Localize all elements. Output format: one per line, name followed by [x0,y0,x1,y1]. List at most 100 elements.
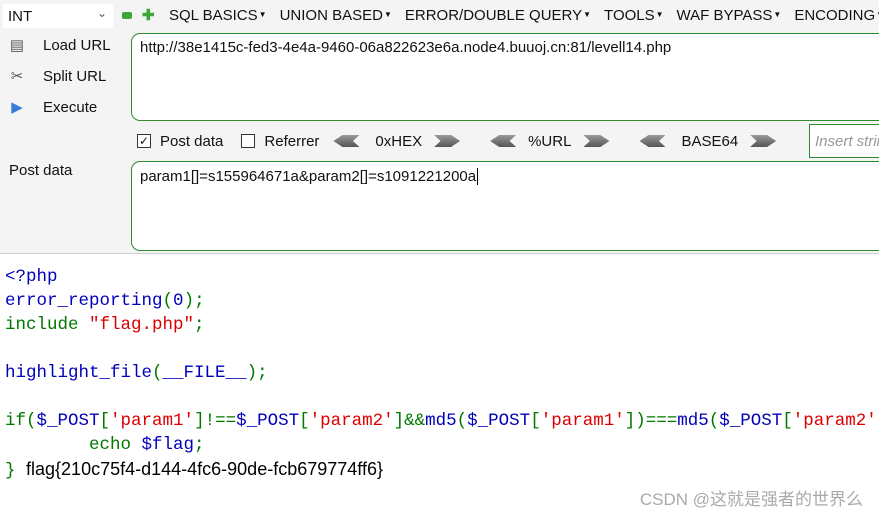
code-line: error_reporting(0); [5,289,879,313]
url-encode-arrow-icon[interactable] [583,135,610,147]
execute-button[interactable]: ▶ Execute [6,96,97,118]
code-token: error_reporting [5,291,163,311]
code-token: } [5,461,27,481]
code-token: ; [194,315,205,335]
code-line: include "flag.php"; [5,313,879,337]
code-token: 0 [173,291,184,311]
code-token: 'param1' [540,411,625,431]
code-token: [ [299,411,310,431]
code-token: ); [183,291,205,311]
injection-type-select[interactable]: INT ⌄ [3,4,113,28]
code-token: echo [5,435,142,455]
post-data-input[interactable]: param1[]=s155964671a&param2[]=s109122120… [131,161,879,251]
code-line: if($_POST['param1']!==$_POST['param2']&&… [5,409,879,433]
dropdown-arrow-icon: ▼ [655,10,664,19]
hackbar-panel: INT ⌄ ✚ SQL BASICS▼ UNION BASED▼ ERROR/DOU… [0,0,879,254]
scissors-icon: ✂ [10,68,24,85]
split-url-button[interactable]: ✂ Split URL [6,65,107,87]
code-token: "flag.php" [89,315,195,335]
code-line: } flag{210c75f4-d144-4fc6-90de-fcb679774… [5,457,879,481]
dropdown-arrow-icon: ▼ [773,10,782,19]
code-token: $_POST [467,411,531,431]
code-line: <?php [5,265,879,289]
code-token: ); [246,363,268,383]
php-source-code: <?php error_reporting(0); include "flag.ph… [5,265,879,481]
code-token: md5 [677,411,709,431]
code-token: [ [530,411,541,431]
menu-waf-bypass[interactable]: WAF BYPASS▼ [677,7,782,24]
code-line: echo $flag; [5,433,879,457]
hex-encode-arrow-icon[interactable] [434,135,461,147]
code-line: highlight_file(__FILE__); [5,361,879,385]
dropdown-arrow-icon: ▼ [583,10,592,19]
menu-bar: INT ⌄ ✚ SQL BASICS▼ UNION BASED▼ ERROR/DOU… [0,0,879,32]
post-data-value: param1[]=s155964671a&param2[]=s109122120… [140,168,477,185]
load-url-label: Load URL [43,36,111,54]
code-token: if( [5,411,37,431]
code-token: [ [782,411,793,431]
options-row: ✓ Post data Referrer 0xHEX %URL BASE64 [137,128,777,154]
insert-string-input[interactable]: Insert string to replace [809,124,879,158]
code-token: $flag [141,435,195,455]
menu-label: UNION BASED [279,7,383,24]
code-token: ( [162,291,174,311]
hex-decode-arrow-icon[interactable] [333,135,360,147]
code-token: 'param1' [110,411,195,431]
code-token: $_POST [236,411,300,431]
load-url-button[interactable]: ▤ Load URL [6,34,111,56]
code-token: ( [456,411,468,431]
code-token: md5 [425,411,457,431]
code-token: __FILE__ [162,363,247,383]
code-token: ( [708,411,720,431]
base64-label: BASE64 [681,132,739,150]
menu-label: SQL BASICS [169,7,258,24]
flag-output: flag{210c75f4-d144-4fc6-90de-fcb679774ff… [26,459,383,479]
menus: SQL BASICS▼ UNION BASED▼ ERROR/DOUBLE QUER… [169,7,879,24]
url-label: %URL [528,132,572,150]
execute-label: Execute [43,98,98,116]
minus-icon[interactable] [122,12,132,19]
code-token: <?php [5,267,58,287]
menu-sql-basics[interactable]: SQL BASICS▼ [169,7,267,24]
code-token: $_POST [719,411,783,431]
code-token: ( [152,363,163,383]
code-token: ]!== [194,411,237,431]
url-input[interactable]: http://38e1415c-fed3-4e4a-9460-06a822623… [131,33,879,121]
menu-encoding[interactable]: ENCODING▼ [794,7,879,24]
menu-label: ENCODING [794,7,876,24]
menu-union-based[interactable]: UNION BASED▼ [280,7,392,24]
post-data-checkbox[interactable]: ✓ [137,134,151,148]
code-token: 'param2' [792,411,877,431]
split-url-label: Split URL [43,67,107,85]
post-data-checkbox-label: Post data [160,132,224,150]
code-token: [ [99,411,111,431]
code-token: $_POST [36,411,100,431]
base64-encode-arrow-icon[interactable] [750,135,777,147]
plus-icon[interactable]: ✚ [142,8,155,23]
menu-label: ERROR/DOUBLE QUERY [404,7,583,24]
referrer-checkbox[interactable] [241,134,256,148]
menu-error-double-query[interactable]: ERROR/DOUBLE QUERY▼ [405,7,591,24]
menu-label: WAF BYPASS [676,7,773,24]
dropdown-arrow-icon: ▼ [383,10,392,19]
code-token: 'param2' [309,411,394,431]
load-icon: ▤ [9,37,25,54]
dropdown-arrow-icon: ▼ [258,10,267,19]
base64-decode-arrow-icon[interactable] [639,135,666,147]
code-token: include [5,315,90,335]
hex-label: 0xHEX [375,132,423,150]
code-token: ])=== [624,411,678,431]
menu-label: TOOLS [604,7,655,24]
referrer-checkbox-label: Referrer [264,132,320,150]
code-token: ; [194,435,205,455]
url-decode-arrow-icon[interactable] [490,135,517,147]
select-value: INT [8,7,33,25]
code-token: ]&& [393,411,426,431]
watermark: CSDN @这就是强者的世界么 [639,490,863,509]
play-icon: ▶ [11,99,23,116]
post-data-label: Post data [9,162,73,179]
chevron-down-icon: ⌄ [96,6,107,20]
menu-tools[interactable]: TOOLS▼ [604,7,664,24]
